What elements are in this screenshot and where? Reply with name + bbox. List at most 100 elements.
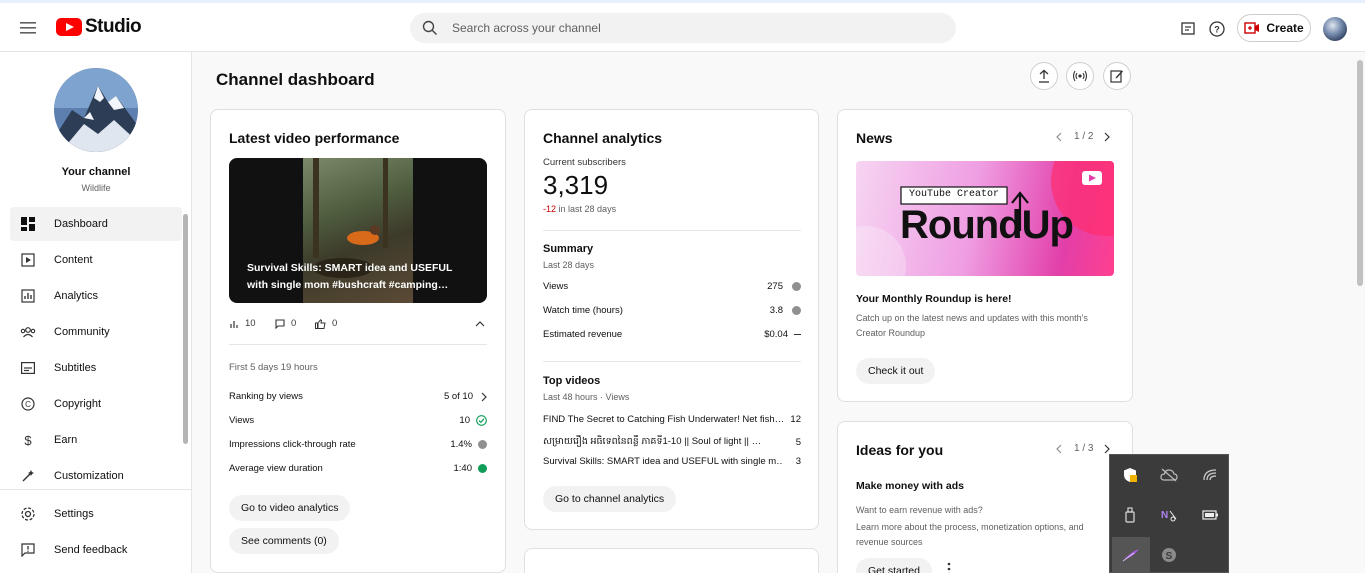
card-title: Channel analytics xyxy=(543,130,663,146)
go-to-channel-analytics-button[interactable]: Go to channel analytics xyxy=(543,486,677,512)
upload-button[interactable] xyxy=(1030,62,1058,90)
news-banner[interactable]: YouTube Creator RoundUp xyxy=(856,161,1114,276)
content-icon xyxy=(20,252,36,268)
defender-shield-icon[interactable] xyxy=(1112,457,1148,493)
skype-icon[interactable]: S xyxy=(1151,537,1187,573)
sidebar-item-community[interactable]: Community xyxy=(10,315,182,349)
more-vertical-icon[interactable] xyxy=(942,562,956,573)
chevron-left-icon[interactable] xyxy=(1052,130,1066,144)
sidebar-item-label: Send feedback xyxy=(54,544,128,556)
sidebar-item-analytics[interactable]: Analytics xyxy=(10,279,182,313)
create-label: Create xyxy=(1266,21,1304,35)
account-avatar[interactable] xyxy=(1323,17,1347,41)
search-bar[interactable] xyxy=(410,13,956,43)
arrow-up-icon xyxy=(478,464,487,473)
search-icon xyxy=(422,20,437,35)
top-videos-title: Top videos xyxy=(543,375,601,387)
news-body: Catch up on the latest news and updates … xyxy=(856,313,1088,338)
divider xyxy=(543,361,801,362)
get-started-button[interactable]: Get started xyxy=(856,558,932,573)
sidebar-item-copyright[interactable]: C Copyright xyxy=(10,387,182,421)
go-to-video-analytics-button[interactable]: Go to video analytics xyxy=(229,495,351,521)
banner-tag: YouTube Creator xyxy=(908,189,999,200)
summary-row-revenue: Estimated revenue $0.04 xyxy=(543,329,801,340)
channel-analytics-card: Channel analytics Current subscribers 3,… xyxy=(524,109,819,530)
studio-logo[interactable]: Studio xyxy=(56,16,142,38)
customization-icon xyxy=(20,468,36,484)
sidebar-scrollbar[interactable] xyxy=(183,214,188,444)
sidebar-item-label: Content xyxy=(54,254,93,266)
ideas-body-2: Learn more about the process, monetizati… xyxy=(856,522,1084,547)
likes-metric: 0 xyxy=(315,318,337,329)
channel-name: Your channel xyxy=(61,166,131,178)
subscribers-delta: -12 in last 28 days xyxy=(543,204,616,214)
sidebar-item-customization[interactable]: Customization xyxy=(10,459,182,493)
create-video-icon xyxy=(1244,22,1260,34)
sidebar-item-send-feedback[interactable]: Send feedback xyxy=(10,533,182,567)
banner-title: RoundUp xyxy=(900,203,1074,247)
battery-icon[interactable] xyxy=(1192,497,1228,533)
top-video-row[interactable]: Survival Skills: SMART idea and USEFUL w… xyxy=(543,456,801,467)
page-title: Channel dashboard xyxy=(216,70,375,89)
neutral-status-icon xyxy=(792,306,801,315)
channel-avatar[interactable] xyxy=(54,68,138,152)
sidebar-item-earn[interactable]: $ Earn xyxy=(10,423,182,457)
wifi-icon[interactable] xyxy=(1192,457,1228,493)
dash-icon xyxy=(794,333,801,336)
analytics-icon xyxy=(20,288,36,304)
top-video-row[interactable]: FIND The Secret to Catching Fish Underwa… xyxy=(543,414,801,425)
likes-count: 0 xyxy=(332,318,338,329)
divider xyxy=(543,230,801,231)
summary-label: Views xyxy=(543,281,569,292)
feedback-messages-icon[interactable] xyxy=(1177,18,1199,40)
neutral-status-icon xyxy=(792,282,801,291)
usb-drive-icon[interactable] xyxy=(1112,497,1148,533)
top-video-title: FIND The Secret to Catching Fish Underwa… xyxy=(543,414,783,425)
check-it-out-button[interactable]: Check it out xyxy=(856,358,936,384)
ideas-body-1: Want to earn revenue with ads? xyxy=(856,505,983,515)
live-icon xyxy=(1072,70,1088,82)
onenote-clipper-icon[interactable]: N xyxy=(1151,497,1187,533)
feather-app-icon[interactable] xyxy=(1112,537,1150,573)
see-comments-button[interactable]: See comments (0) xyxy=(229,528,339,554)
create-button[interactable]: Create xyxy=(1237,14,1311,42)
period-label: First 5 days 19 hours xyxy=(229,362,318,373)
svg-text:$: $ xyxy=(24,433,32,447)
cloud-off-icon[interactable] xyxy=(1151,457,1187,493)
sidebar-item-label: Earn xyxy=(54,434,78,446)
stat-row-avg-duration: Average view duration 1:40 xyxy=(229,463,487,474)
top-video-row[interactable]: សម្រាយរឿង អធិទេពនៃពន្លឺ ភាគទី1-10 || Sou… xyxy=(543,435,801,449)
sidebar-item-content[interactable]: Content xyxy=(10,243,182,277)
sidebar-item-label: Copyright xyxy=(54,398,102,410)
top-bar: Studio ? Create xyxy=(0,0,1365,52)
top-video-title: សម្រាយរឿង អធិទេពនៃពន្លឺ ភាគទី1-10 || Sou… xyxy=(543,436,762,447)
summary-label: Estimated revenue xyxy=(543,329,623,340)
check-circle-icon xyxy=(476,415,487,426)
search-input[interactable] xyxy=(452,21,932,35)
sidebar-item-settings[interactable]: Settings xyxy=(10,497,182,531)
help-icon[interactable]: ? xyxy=(1206,18,1228,40)
menu-icon[interactable] xyxy=(14,14,42,42)
stat-row-ranking[interactable]: Ranking by views 5 of 10 xyxy=(229,391,487,402)
sidebar-item-label: Analytics xyxy=(54,290,99,302)
earn-icon: $ xyxy=(20,432,36,448)
video-thumbnail[interactable]: Survival Skills: SMART idea and USEFUL w… xyxy=(229,158,487,303)
sidebar-item-label: Dashboard xyxy=(54,218,108,230)
views-metric: 10 xyxy=(229,318,256,329)
youtube-logo-icon xyxy=(56,18,82,36)
feedback-icon xyxy=(20,542,36,558)
gear-icon xyxy=(20,506,36,522)
main-scrollbar[interactable] xyxy=(1357,60,1363,286)
stat-label: Ranking by views xyxy=(229,391,303,402)
sidebar-item-dashboard[interactable]: Dashboard xyxy=(10,207,182,241)
chevron-right-icon[interactable] xyxy=(1100,130,1114,144)
chevron-left-icon[interactable] xyxy=(1052,442,1066,456)
top-videos-period: Last 48 hours · Views xyxy=(543,392,630,402)
top-video-title: Survival Skills: SMART idea and USEFUL w… xyxy=(543,456,783,467)
chevron-up-icon[interactable] xyxy=(473,317,487,331)
go-live-button[interactable] xyxy=(1066,62,1094,90)
ideas-card: Ideas for you 1 / 3 Make money with ads … xyxy=(837,421,1133,573)
sidebar-item-subtitles[interactable]: Subtitles xyxy=(10,351,182,385)
sidebar-item-label: Community xyxy=(54,326,110,338)
create-post-button[interactable] xyxy=(1103,62,1131,90)
